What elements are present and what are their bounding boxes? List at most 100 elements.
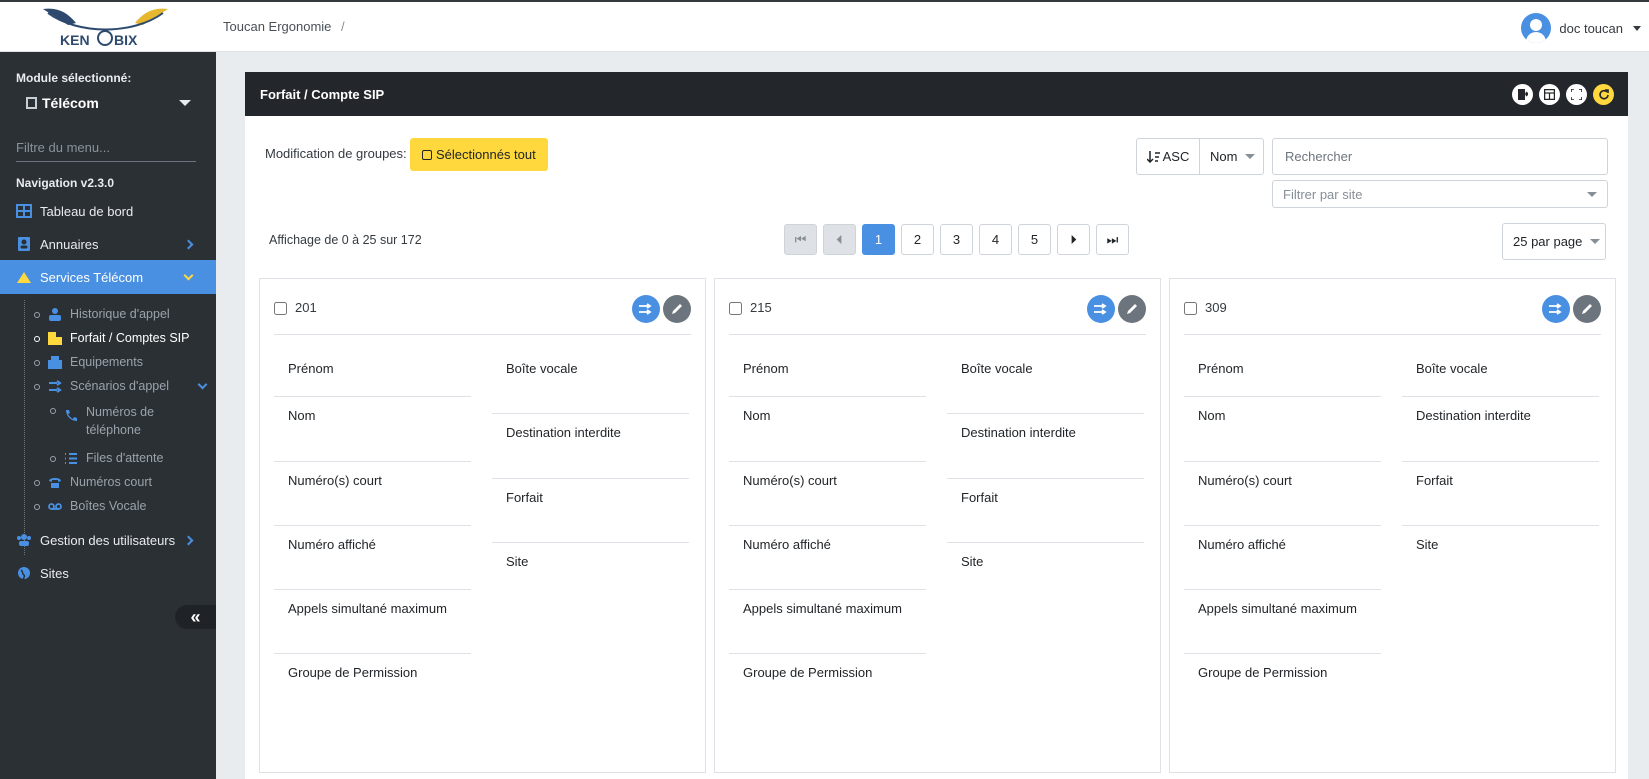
sidebar-subitem-label: Numéros court bbox=[70, 475, 152, 489]
per-page-select[interactable]: 25 par page bbox=[1502, 223, 1606, 260]
field-boite-vocale: Boîte vocale bbox=[1402, 361, 1599, 397]
sidebar-item-services-telecom[interactable]: Services Télécom bbox=[0, 260, 216, 294]
sidebar-item-dashboard[interactable]: Tableau de bord bbox=[0, 194, 216, 228]
field-site: Site bbox=[506, 554, 529, 569]
bullet-icon bbox=[34, 384, 40, 390]
first-page-button[interactable]: ⏮ bbox=[784, 224, 817, 255]
globe-icon bbox=[18, 567, 30, 580]
field-destination-interdite: Destination interdite bbox=[947, 425, 1144, 479]
breadcrumb: Toucan Ergonomie / bbox=[223, 19, 345, 34]
field-groupe-permission: Groupe de Permission bbox=[743, 665, 873, 680]
sidebar-item-annuaires[interactable]: Annuaires bbox=[0, 227, 216, 261]
fullscreen-button[interactable] bbox=[1566, 84, 1587, 105]
pencil-icon bbox=[1582, 304, 1592, 314]
pencil-icon bbox=[672, 304, 682, 314]
breadcrumb-item[interactable]: Toucan Ergonomie bbox=[223, 19, 331, 34]
sidebar-subitem-files-attente[interactable]: Files d'attente bbox=[50, 451, 163, 465]
sip-account-card: 215 Prénom Nom Numéro(s) court Numéro af… bbox=[714, 278, 1161, 773]
page-button[interactable]: 5 bbox=[1018, 224, 1051, 255]
sidebar-subitem-label: Forfait / Comptes SIP bbox=[70, 331, 190, 345]
collapse-sidebar-button[interactable]: « bbox=[175, 605, 216, 629]
chevron-down-icon[interactable] bbox=[179, 100, 191, 106]
page-button[interactable]: 2 bbox=[901, 224, 934, 255]
last-page-button[interactable]: ⏭ bbox=[1096, 224, 1129, 255]
field-nom: Nom bbox=[274, 408, 471, 462]
call-history-icon bbox=[49, 308, 61, 321]
table-view-button[interactable] bbox=[1539, 84, 1560, 105]
queue-icon bbox=[65, 453, 77, 464]
next-page-button[interactable]: ⏵ bbox=[1057, 224, 1090, 255]
building-icon bbox=[26, 97, 37, 109]
per-page-value: 25 par page bbox=[1513, 234, 1583, 249]
scenario-button[interactable] bbox=[632, 295, 660, 323]
bullet-icon bbox=[34, 480, 40, 486]
user-name[interactable]: doc toucan bbox=[1559, 21, 1623, 36]
next-page-icon: ⏵ bbox=[1070, 231, 1077, 247]
card-actions bbox=[1542, 295, 1601, 323]
sidebar-subitem-numeros-court[interactable]: Numéros court bbox=[34, 475, 152, 489]
sidebar-subitem-historique[interactable]: Historique d'appel bbox=[34, 307, 170, 321]
sort-direction-label: ASC bbox=[1162, 149, 1190, 164]
card-header: 215 bbox=[729, 295, 1146, 335]
sidebar-subitem-boites-vocale[interactable]: Boîtes Vocale bbox=[34, 499, 146, 513]
svg-text:KEN: KEN bbox=[60, 32, 90, 48]
nav-version: Navigation v2.3.0 bbox=[16, 176, 115, 190]
card-header: 309 bbox=[1184, 295, 1601, 335]
refresh-button[interactable] bbox=[1593, 84, 1614, 105]
sidebar-item-sites[interactable]: Sites bbox=[0, 556, 216, 590]
previous-page-button[interactable]: ⏴ bbox=[823, 224, 856, 255]
search-input[interactable] bbox=[1272, 138, 1608, 175]
module-select[interactable]: Télécom bbox=[26, 95, 191, 111]
sort-direction-button[interactable]: ASC bbox=[1136, 138, 1200, 175]
page-button[interactable]: 1 bbox=[862, 224, 895, 255]
card-header: 201 bbox=[274, 295, 691, 335]
edit-button[interactable] bbox=[1573, 295, 1601, 323]
scenario-icon bbox=[1094, 303, 1107, 315]
phone-icon bbox=[66, 410, 77, 421]
card-checkbox[interactable] bbox=[729, 302, 742, 315]
menu-filter-input[interactable] bbox=[16, 134, 196, 162]
sort-field-select[interactable]: Nom bbox=[1199, 138, 1264, 175]
bullet-icon bbox=[50, 456, 56, 462]
sidebar-item-gestion-utilisateurs[interactable]: Gestion des utilisateurs bbox=[0, 523, 216, 557]
expand-icon bbox=[1571, 89, 1582, 100]
chevron-right-icon bbox=[183, 239, 194, 250]
page-button[interactable]: 4 bbox=[979, 224, 1012, 255]
main-panel: Forfait / Compte SIP Modification de gro… bbox=[245, 72, 1628, 779]
page-button[interactable]: 3 bbox=[940, 224, 973, 255]
sidebar-subitem-forfait[interactable]: Forfait / Comptes SIP bbox=[34, 331, 189, 345]
user-menu[interactable]: doc toucan bbox=[1521, 13, 1641, 43]
scenario-icon bbox=[49, 380, 62, 393]
avatar[interactable] bbox=[1521, 13, 1552, 43]
select-all-button[interactable]: Sélectionnés tout bbox=[410, 138, 548, 171]
pagination: ⏮ ⏴ 1 2 3 4 5 ⏵ ⏭ bbox=[784, 224, 1129, 255]
bullet-icon bbox=[50, 408, 56, 414]
scenario-icon bbox=[639, 303, 652, 315]
field-site: Site bbox=[961, 554, 984, 569]
export-button[interactable] bbox=[1512, 84, 1533, 105]
card-checkbox[interactable] bbox=[274, 302, 287, 315]
edit-button[interactable] bbox=[663, 295, 691, 323]
sidebar-subitem-numeros-telephone[interactable]: Numéros de téléphone bbox=[50, 403, 170, 439]
sidebar: Module sélectionné: Télécom Navigation v… bbox=[0, 52, 216, 779]
chevron-down-icon[interactable] bbox=[1633, 25, 1641, 31]
sidebar-subitem-scenarios[interactable]: Scénarios d'appel bbox=[34, 379, 208, 393]
site-filter-select[interactable]: Filtrer par site bbox=[1272, 180, 1608, 208]
top-bar: KEN BIX Toucan Ergonomie / doc toucan bbox=[0, 0, 1649, 52]
sort-field-value: Nom bbox=[1210, 149, 1238, 164]
edit-button[interactable] bbox=[1118, 295, 1146, 323]
sidebar-subitem-label: Boîtes Vocale bbox=[70, 499, 147, 513]
first-page-icon: ⏮ bbox=[794, 231, 807, 247]
field-prenom: Prénom bbox=[1184, 361, 1381, 397]
last-page-icon: ⏭ bbox=[1106, 231, 1119, 247]
field-numeros-court: Numéro(s) court bbox=[274, 473, 471, 526]
sidebar-subitem-equipements[interactable]: Equipements bbox=[34, 355, 143, 369]
scenario-button[interactable] bbox=[1542, 295, 1570, 323]
field-appels-simultanes: Appels simultané maximum bbox=[1184, 601, 1381, 654]
bullet-icon bbox=[34, 504, 40, 510]
module-value[interactable]: Télécom bbox=[42, 95, 99, 111]
scenario-button[interactable] bbox=[1087, 295, 1115, 323]
kenobix-logo[interactable]: KEN BIX bbox=[38, 5, 173, 51]
fax-icon bbox=[48, 356, 62, 369]
card-checkbox[interactable] bbox=[1184, 302, 1197, 315]
